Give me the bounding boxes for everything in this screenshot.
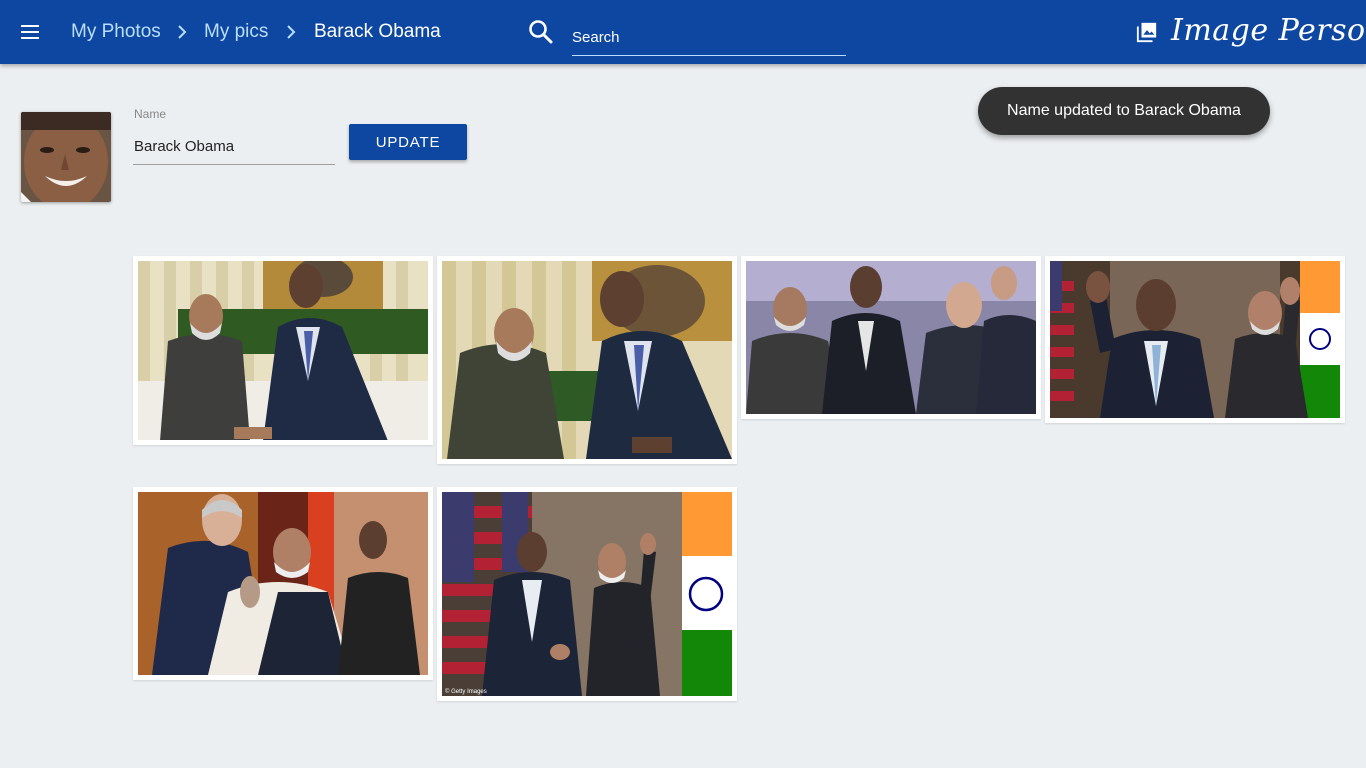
photo-library-icon: [1136, 22, 1157, 43]
photo-thumbnail[interactable]: [133, 256, 433, 445]
breadcrumb-my-photos[interactable]: My Photos: [71, 20, 161, 44]
photo-thumbnail[interactable]: [133, 487, 433, 680]
menu-icon[interactable]: [14, 20, 46, 44]
name-field-label: Name: [134, 107, 167, 121]
photo-thumbnail[interactable]: [1045, 256, 1345, 423]
photo-credit: © Getty Images: [445, 688, 487, 695]
search-icon[interactable]: [528, 19, 554, 45]
breadcrumb-current: Barack Obama: [314, 21, 441, 42]
app-bar: My Photos My pics Barack Obama Image Per…: [0, 0, 1366, 64]
name-field[interactable]: [133, 128, 335, 165]
chevron-right-icon: [287, 25, 296, 39]
chevron-right-icon: [178, 25, 187, 39]
search-input[interactable]: [572, 18, 846, 56]
toast-message: Name updated to Barack Obama: [978, 87, 1270, 135]
breadcrumb-my-pics[interactable]: My pics: [204, 20, 268, 44]
photo-thumbnail[interactable]: [741, 256, 1041, 419]
photo-thumbnail[interactable]: © Getty Images: [437, 487, 737, 701]
brand-title: Image Persona: [1171, 13, 1366, 48]
photo-thumbnail[interactable]: [437, 256, 737, 464]
person-avatar: [21, 112, 111, 202]
update-button[interactable]: UPDATE: [349, 124, 467, 160]
